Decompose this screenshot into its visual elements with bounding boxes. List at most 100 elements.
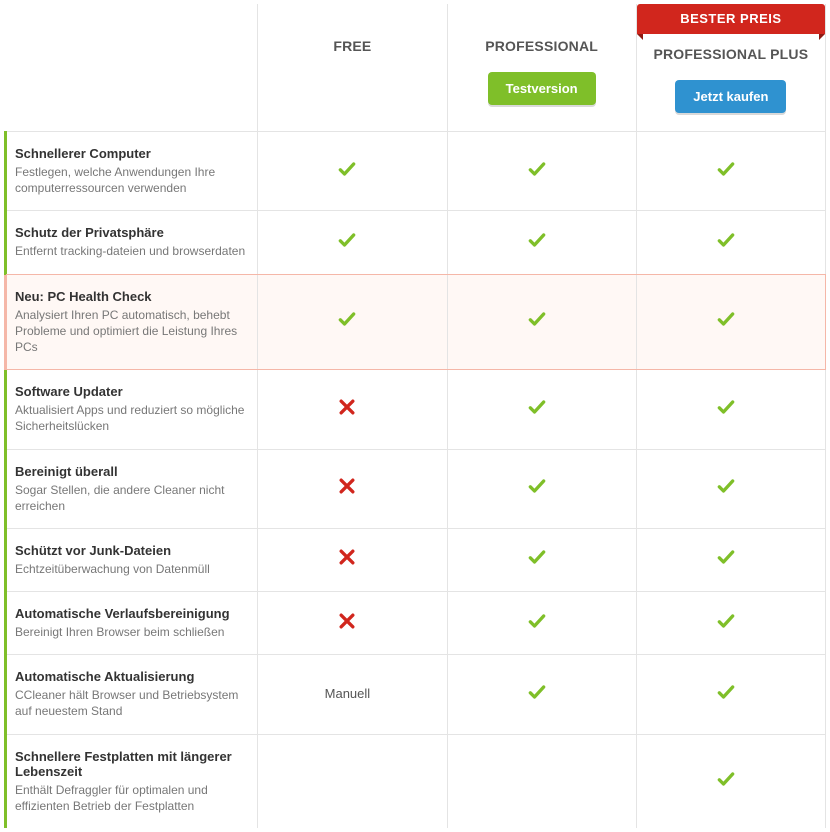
plan-name: FREE (268, 38, 436, 54)
feature-cell: Software Updater Aktualisiert Apps und re… (6, 370, 258, 449)
feature-value-cell (636, 655, 825, 734)
cross-icon (337, 476, 357, 496)
check-icon (527, 476, 547, 496)
plan-name: PROFESSIONAL (458, 38, 626, 54)
feature-value-cell (258, 528, 447, 591)
check-icon (716, 611, 736, 631)
feature-cell: Schützt vor Junk-Dateien Echtzeitüberwach… (6, 528, 258, 591)
pricing-comparison-table: FREE PROFESSIONAL Testversion BESTER PRE… (4, 4, 826, 828)
feature-desc: Sogar Stellen, die andere Cleaner nicht … (15, 482, 247, 514)
best-price-ribbon: BESTER PREIS (637, 4, 825, 34)
feature-value-cell (447, 211, 636, 274)
check-icon (716, 397, 736, 417)
feature-desc: Echtzeitüberwachung von Datenmüll (15, 561, 247, 577)
feature-value-cell (636, 370, 825, 449)
feature-value-cell (258, 734, 447, 828)
plan-header-professional-plus: BESTER PREIS PROFESSIONAL PLUS Jetzt kau… (636, 4, 825, 132)
feature-value-cell (636, 211, 825, 274)
feature-value-cell (258, 211, 447, 274)
check-icon (527, 682, 547, 702)
feature-cell: Neu: PC Health Check Analysiert Ihren PC … (6, 274, 258, 370)
feature-title: Bereinigt überall (15, 464, 247, 479)
feature-row: Schnellerer Computer Festlegen, welche An… (6, 132, 826, 211)
check-icon (527, 230, 547, 250)
feature-desc: Festlegen, welche Anwendungen Ihre compu… (15, 164, 247, 196)
check-icon (716, 769, 736, 789)
check-icon (527, 547, 547, 567)
feature-value-cell (258, 274, 447, 370)
feature-title: Automatische Aktualisierung (15, 669, 247, 684)
buy-now-button[interactable]: Jetzt kaufen (675, 80, 786, 113)
feature-row: Schützt vor Junk-Dateien Echtzeitüberwach… (6, 528, 826, 591)
feature-title: Schützt vor Junk-Dateien (15, 543, 247, 558)
feature-title: Schutz der Privatsphäre (15, 225, 247, 240)
feature-value-cell (447, 528, 636, 591)
feature-value-cell (447, 274, 636, 370)
feature-value-cell (636, 734, 825, 828)
feature-value-cell (447, 734, 636, 828)
check-icon (716, 159, 736, 179)
feature-value-cell (447, 132, 636, 211)
feature-value-cell (258, 370, 447, 449)
feature-value-cell (258, 449, 447, 528)
check-icon (716, 230, 736, 250)
feature-value-cell (636, 132, 825, 211)
check-icon (716, 476, 736, 496)
feature-value-cell (636, 592, 825, 655)
check-icon (527, 159, 547, 179)
check-icon (527, 611, 547, 631)
feature-row: Neu: PC Health Check Analysiert Ihren PC … (6, 274, 826, 370)
feature-title: Neu: PC Health Check (15, 289, 247, 304)
header-empty (6, 4, 258, 132)
feature-cell: Automatische Verlaufsbereinigung Bereinig… (6, 592, 258, 655)
feature-row: Bereinigt überall Sogar Stellen, die ande… (6, 449, 826, 528)
feature-desc: Enthält Defraggler für optimalen und eff… (15, 782, 247, 814)
feature-title: Software Updater (15, 384, 247, 399)
plan-header-row: FREE PROFESSIONAL Testversion BESTER PRE… (6, 4, 826, 132)
trial-button[interactable]: Testversion (488, 72, 596, 105)
check-icon (716, 682, 736, 702)
feature-value-cell (447, 592, 636, 655)
feature-value-cell (636, 274, 825, 370)
feature-value-cell (636, 449, 825, 528)
feature-value-text: Manuell (325, 686, 371, 701)
feature-row: Automatische Aktualisierung CCleaner hält… (6, 655, 826, 734)
feature-row: Software Updater Aktualisiert Apps und re… (6, 370, 826, 449)
check-icon (337, 159, 357, 179)
feature-desc: Entfernt tracking-dateien und browserdat… (15, 243, 247, 259)
feature-cell: Schutz der Privatsphäre Entfernt tracking… (6, 211, 258, 274)
feature-value-cell (447, 655, 636, 734)
feature-value-cell (447, 370, 636, 449)
feature-cell: Bereinigt überall Sogar Stellen, die ande… (6, 449, 258, 528)
plan-header-free: FREE (258, 4, 447, 132)
feature-cell: Automatische Aktualisierung CCleaner hält… (6, 655, 258, 734)
cross-icon (337, 397, 357, 417)
feature-value-cell: Manuell (258, 655, 447, 734)
feature-title: Schnellerer Computer (15, 146, 247, 161)
feature-row: Schutz der Privatsphäre Entfernt tracking… (6, 211, 826, 274)
cross-icon (337, 547, 357, 567)
feature-desc: Bereinigt Ihren Browser beim schließen (15, 624, 247, 640)
feature-desc: Aktualisiert Apps und reduziert so mögli… (15, 402, 247, 434)
feature-value-cell (258, 592, 447, 655)
cross-icon (337, 611, 357, 631)
feature-cell: Schnellere Festplatten mit längerer Lebe… (6, 734, 258, 828)
feature-value-cell (258, 132, 447, 211)
feature-value-cell (636, 528, 825, 591)
feature-row: Schnellere Festplatten mit längerer Lebe… (6, 734, 826, 828)
plan-header-professional: PROFESSIONAL Testversion (447, 4, 636, 132)
check-icon (527, 309, 547, 329)
feature-desc: CCleaner hält Browser und Betriebsystem … (15, 687, 247, 719)
feature-desc: Analysiert Ihren PC automatisch, behebt … (15, 307, 247, 356)
feature-title: Schnellere Festplatten mit längerer Lebe… (15, 749, 247, 779)
check-icon (716, 309, 736, 329)
feature-value-cell (447, 449, 636, 528)
check-icon (527, 397, 547, 417)
plan-name: PROFESSIONAL PLUS (647, 46, 815, 62)
check-icon (716, 547, 736, 567)
feature-row: Automatische Verlaufsbereinigung Bereinig… (6, 592, 826, 655)
feature-cell: Schnellerer Computer Festlegen, welche An… (6, 132, 258, 211)
check-icon (337, 309, 357, 329)
check-icon (337, 230, 357, 250)
feature-title: Automatische Verlaufsbereinigung (15, 606, 247, 621)
